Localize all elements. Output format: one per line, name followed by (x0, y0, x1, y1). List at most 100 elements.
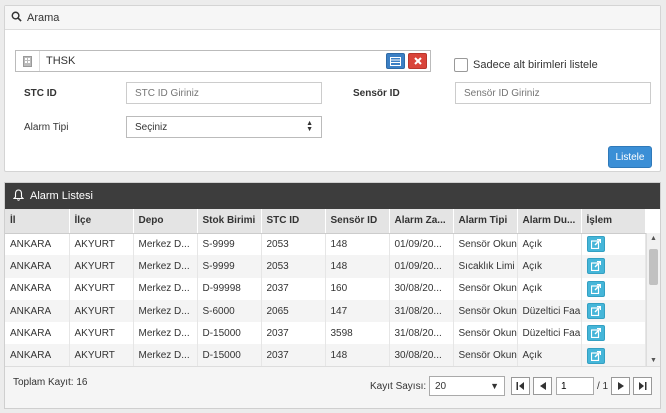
only-sub-units-checkbox[interactable] (454, 58, 468, 72)
table-cell: Merkez D... (133, 233, 198, 256)
column-header[interactable]: İl (5, 209, 70, 234)
table-cell: 3598 (325, 322, 390, 345)
list-button[interactable]: Listele (608, 146, 652, 168)
column-header[interactable]: Alarm Du... (517, 209, 582, 234)
table-cell: 31/08/20... (389, 299, 454, 323)
table-row[interactable]: ANKARA AKYURT Merkez D... S-9999 2053 148 01/0… (5, 255, 646, 278)
table-cell: 2053 (261, 255, 326, 278)
sensor-id-label: Sensör ID (353, 88, 400, 99)
table-cell: 01/09/20... (389, 233, 454, 256)
open-detail-icon[interactable] (586, 280, 605, 297)
table-footer: Toplam Kayıt: 16 Kayıt Sayısı: 20 ▼ / 1 (5, 366, 660, 408)
table-row[interactable]: ANKARA AKYURT Merkez D... D-15000 2037 3598 31… (5, 322, 646, 345)
search-panel-header: Arama (5, 6, 660, 30)
table-cell: ANKARA (5, 322, 70, 345)
open-detail-icon[interactable] (586, 325, 605, 342)
action-cell (581, 344, 646, 366)
bell-icon (12, 188, 25, 204)
scroll-down-icon[interactable]: ▼ (650, 357, 657, 364)
table-cell: S-9999 (197, 233, 262, 256)
table-row[interactable]: ANKARA AKYURT Merkez D... S-9999 2053 148 01/0… (5, 233, 646, 256)
table-cell: Sensör Okun (453, 299, 518, 323)
building-icon (16, 51, 40, 71)
column-header: İşlem (581, 209, 646, 234)
table-cell: AKYURT (69, 255, 134, 278)
table-cell: 2065 (261, 299, 326, 323)
table-cell: Düzeltici Faa (517, 299, 582, 323)
total-records: Toplam Kayıt: 16 (13, 377, 88, 388)
page-size-value: 20 (435, 380, 447, 392)
alarm-type-select[interactable]: Seçiniz ▲ ▼ (126, 116, 322, 138)
table-cell: AKYURT (69, 277, 134, 300)
current-page-input[interactable] (556, 377, 594, 395)
table-cell: ANKARA (5, 344, 70, 366)
unit-selector[interactable]: THSK (15, 50, 431, 72)
table-cell: 148 (325, 255, 390, 278)
search-icon (11, 11, 22, 25)
clear-unit-button[interactable] (408, 53, 427, 69)
column-header[interactable]: Sensör ID (325, 209, 390, 234)
table-cell: Sıcaklık Limi (453, 255, 518, 278)
alarm-type-label: Alarm Tipi (24, 122, 69, 133)
table-cell: 01/09/20... (389, 255, 454, 278)
table-cell: Açık (517, 255, 582, 278)
table-cell: 30/08/20... (389, 277, 454, 300)
table-cell: Merkez D... (133, 277, 198, 300)
alarm-type-value: Seçiniz (135, 121, 168, 133)
search-panel: Arama THSK Sadece alt birimleri listele … (4, 5, 661, 172)
column-header[interactable]: Stok Birimi (197, 209, 262, 234)
table-cell: 2037 (261, 322, 326, 345)
scroll-thumb[interactable] (649, 249, 658, 285)
table-cell: Sensör Okun (453, 277, 518, 300)
table-cell: Sensör Okun (453, 322, 518, 345)
table-cell: S-9999 (197, 255, 262, 278)
only-sub-units-label: Sadece alt birimleri listele (473, 59, 598, 71)
table-cell: AKYURT (69, 299, 134, 323)
table-cell: S-6000 (197, 299, 262, 323)
next-page-button[interactable] (611, 377, 630, 395)
open-detail-icon[interactable] (586, 236, 605, 253)
table-cell: Açık (517, 233, 582, 256)
table-cell: Merkez D... (133, 322, 198, 345)
alarm-list-title: Alarm Listesi (30, 190, 93, 202)
table-scrollbar[interactable]: ▲ ▼ (646, 233, 660, 366)
select-unit-button[interactable] (386, 53, 405, 69)
table-row[interactable]: ANKARA AKYURT Merkez D... D-15000 2037 148 30/… (5, 344, 646, 366)
table-header-row: İl İlçe Depo Stok Birimi STC ID Sensör I… (5, 209, 646, 234)
table-cell: ANKARA (5, 255, 70, 278)
table-cell: AKYURT (69, 233, 134, 256)
prev-page-button[interactable] (533, 377, 552, 395)
stc-id-label: STC ID (24, 88, 57, 99)
sensor-id-input[interactable] (455, 82, 651, 104)
table-cell: 2053 (261, 233, 326, 256)
column-header[interactable]: İlçe (69, 209, 134, 234)
table-cell: Sensör Okun (453, 233, 518, 256)
column-header[interactable]: Alarm Za... (389, 209, 454, 234)
open-detail-icon[interactable] (586, 347, 605, 364)
page-size-select[interactable]: 20 ▼ (429, 376, 505, 396)
alarm-list-header: Alarm Listesi (5, 183, 660, 209)
table-cell: 2037 (261, 277, 326, 300)
open-detail-icon[interactable] (586, 303, 605, 320)
scroll-up-icon[interactable]: ▲ (650, 235, 657, 242)
unit-value: THSK (46, 55, 76, 67)
last-page-button[interactable] (633, 377, 652, 395)
table-row[interactable]: ANKARA AKYURT Merkez D... S-6000 2065 147 31/0… (5, 299, 646, 323)
only-sub-units-option[interactable]: Sadece alt birimleri listele (454, 58, 598, 72)
table-cell: 160 (325, 277, 390, 300)
table-cell: ANKARA (5, 233, 70, 256)
stc-id-input[interactable] (126, 82, 322, 104)
alarm-table: İl İlçe Depo Stok Birimi STC ID Sensör I… (5, 209, 646, 366)
table-cell: 148 (325, 344, 390, 366)
column-header[interactable]: STC ID (261, 209, 326, 234)
first-page-button[interactable] (511, 377, 530, 395)
action-cell (581, 322, 646, 345)
column-header[interactable]: Alarm Tipi (453, 209, 518, 234)
table-cell: ANKARA (5, 299, 70, 323)
table-cell: AKYURT (69, 322, 134, 345)
table-cell: D-99998 (197, 277, 262, 300)
open-detail-icon[interactable] (586, 258, 605, 275)
table-cell: Sensör Okun (453, 344, 518, 366)
column-header[interactable]: Depo (133, 209, 198, 234)
table-row[interactable]: ANKARA AKYURT Merkez D... D-99998 2037 160 30/… (5, 277, 646, 300)
